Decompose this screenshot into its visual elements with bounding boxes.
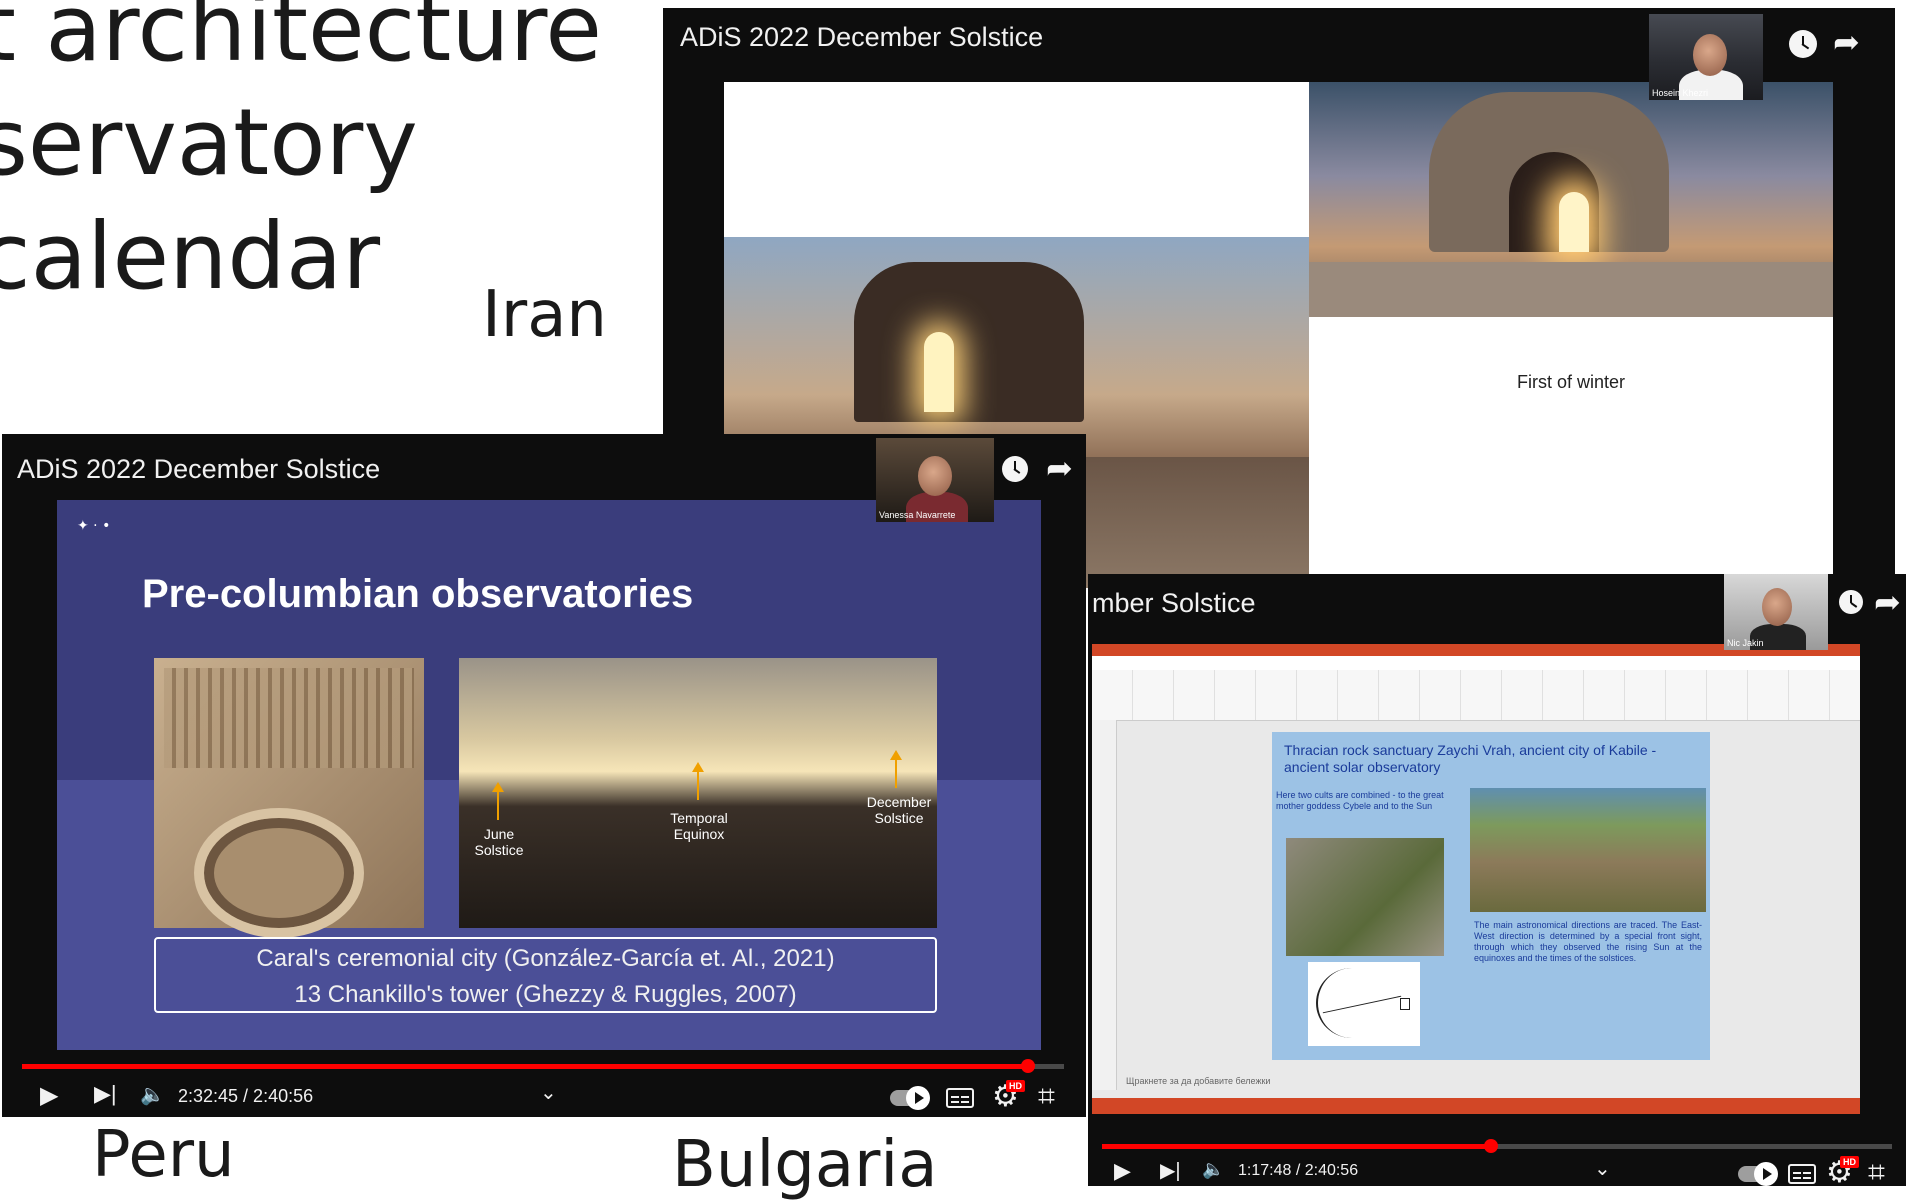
- ppt-slide-text-2: The main astronomical directions are tra…: [1474, 920, 1702, 963]
- country-label-bulgaria: Bulgaria: [672, 1128, 938, 1202]
- label-temporal-equinox: Temporal Equinox: [670, 810, 728, 842]
- presenter-webcam: Vanessa Navarrete: [876, 438, 994, 522]
- slide-peru: ✦ · • Pre-columbian observatories June S…: [57, 500, 1041, 1050]
- progress-bar[interactable]: [1102, 1139, 1892, 1153]
- play-icon[interactable]: ▶: [40, 1081, 58, 1110]
- chevron-down-icon[interactable]: ⌄: [540, 1080, 557, 1104]
- presenter-webcam: Nic Jakin: [1724, 574, 1828, 650]
- hd-badge: HD: [1840, 1156, 1859, 1168]
- caption-line-2: 13 Chankillo's tower (Ghezzy & Ruggles, …: [294, 981, 797, 1008]
- progress-bar[interactable]: [22, 1059, 1064, 1073]
- clock-icon[interactable]: [1839, 590, 1863, 614]
- ppt-slide: Thracian rock sanctuary Zaychi Vrah, anc…: [1272, 732, 1710, 1060]
- slide-caption: First of winter: [1516, 372, 1626, 392]
- ppt-notes-hint: Щракнете за да добавите бележки: [1126, 1076, 1271, 1086]
- photo-ruins-sunset-right: [1309, 82, 1833, 317]
- ppt-slide-title: Thracian rock sanctuary Zaychi Vrah, anc…: [1284, 742, 1657, 775]
- time-display: 2:32:45 / 2:40:56: [178, 1086, 314, 1106]
- headline: t architecture servatory calendar: [0, 0, 602, 314]
- share-icon[interactable]: ➦: [1046, 452, 1073, 484]
- exit-fullscreen-icon[interactable]: ⌗: [1868, 1158, 1885, 1187]
- autoplay-toggle[interactable]: [890, 1086, 930, 1110]
- caption-line-1: Caral's ceremonial city (González-García…: [256, 945, 835, 972]
- ppt-slide-text-1: Here two cults are combined - to the gre…: [1276, 790, 1444, 811]
- video-title: mber Solstice: [1092, 588, 1256, 618]
- slide-title: Pre-columbian observatories: [142, 572, 694, 616]
- play-icon[interactable]: ▶: [1114, 1158, 1131, 1184]
- label-december-solstice: December Solstice: [866, 794, 932, 826]
- photo-chankillo-towers: June Solstice Temporal Equinox December …: [459, 658, 937, 928]
- presenter-name: Nic Jakin: [1727, 638, 1764, 648]
- exit-fullscreen-icon[interactable]: ⌗: [1038, 1082, 1055, 1112]
- photo-rock-closeup: [1286, 838, 1444, 956]
- headline-line-2: servatory: [0, 89, 418, 196]
- share-icon[interactable]: ➦: [1874, 586, 1901, 618]
- time-display: 1:17:48 / 2:40:56: [1238, 1162, 1359, 1179]
- label-june-solstice: June Solstice: [474, 826, 524, 858]
- video-title: ADiS 2022 December Solstice: [680, 22, 1044, 52]
- volume-icon[interactable]: 🔈: [140, 1082, 165, 1107]
- clock-icon[interactable]: [1789, 30, 1817, 58]
- slide-caption-box: Caral's ceremonial city (González-García…: [154, 937, 937, 1013]
- clock-icon[interactable]: [1002, 456, 1028, 482]
- share-icon[interactable]: ➦: [1833, 26, 1860, 58]
- sight-diagram: [1308, 962, 1420, 1046]
- video-window-peru[interactable]: ADiS 2022 December Solstice ✦ · • Pre-co…: [2, 434, 1086, 1117]
- country-label-peru: Peru: [92, 1118, 235, 1192]
- chevron-down-icon[interactable]: ⌄: [1594, 1156, 1611, 1180]
- video-title: ADiS 2022 December Solstice: [17, 454, 381, 484]
- presenter-webcam: Hosein Khezri: [1649, 14, 1763, 100]
- photo-caral-aerial: [154, 658, 424, 938]
- presenter-name: Vanessa Navarrete: [879, 510, 956, 520]
- captions-icon[interactable]: [946, 1088, 974, 1108]
- video-window-bulgaria[interactable]: mber Solstice Thracian rock sanctuary Za…: [1088, 574, 1906, 1186]
- next-icon[interactable]: ▶|: [94, 1081, 117, 1107]
- volume-icon[interactable]: 🔈: [1202, 1159, 1224, 1180]
- next-icon[interactable]: ▶|: [1160, 1158, 1181, 1183]
- headline-line-1: t architecture: [0, 0, 602, 82]
- autoplay-toggle[interactable]: [1738, 1162, 1778, 1186]
- presenter-name: Hosein Khezri: [1652, 88, 1709, 98]
- star-decoration-icon: ✦ · •: [77, 518, 111, 534]
- captions-icon[interactable]: [1788, 1164, 1816, 1184]
- powerpoint-window: Thracian rock sanctuary Zaychi Vrah, anc…: [1092, 644, 1860, 1114]
- country-label-iran: Iran: [482, 278, 607, 352]
- photo-rock-sanctuary: [1470, 788, 1706, 912]
- hd-badge: HD: [1006, 1080, 1025, 1092]
